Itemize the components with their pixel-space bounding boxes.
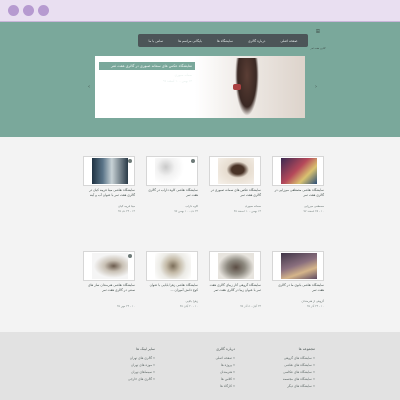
card-thumbnail[interactable] [146,251,198,281]
exhibition-card[interactable]: نمایشگاه نقاشی کاوه داراب در گالری هفت ث… [146,156,198,224]
featured-slider[interactable]: نمایشگاه عکس های سمانه صبوری در گالری هف… [95,56,305,118]
main-navigation: صفحه اصلی درباره گالری نمایشگاه ها بایگا… [138,34,308,47]
footer-link[interactable]: » نمایشگاه های نقاشی [245,362,315,369]
card-date: ۱۰ - ۲۰ آبان ۹۷ [179,304,198,308]
thumb-image [281,158,317,184]
exhibition-card[interactable]: نمایشگاه عکس های سمانه صبوری در گالری هف… [209,156,261,224]
footer-column-about: درباره گالری » صفحه اصلی » پروژه ها » هن… [165,347,235,390]
footer-column-title: مجموعه ها [298,347,315,351]
footer-link[interactable]: » نمایشگاه های دیگر [245,383,315,390]
footer-link[interactable]: » گالری های خارجی [85,376,155,383]
photo-accent-shape [233,84,241,90]
thumb-image [218,158,254,184]
card-artist: مصطفی میرزایی [304,204,324,208]
exhibition-grid: نمایشگاه نقاشی مصطفی میرزایی در گالری هف… [0,137,400,332]
footer-link[interactable]: » پروژه ها [165,362,235,369]
exhibition-card[interactable]: نمایشگاه نقاشی هنرمندان ساز های سنتی در … [83,251,135,319]
card-title[interactable]: نمایشگاه نقاشی مینا فریبه کیان در گالری … [83,188,135,198]
footer-link[interactable]: » کارگاه ها [165,383,235,390]
card-title[interactable]: نمایشگاه عکس های سمانه صبوری در گالری هف… [209,188,261,198]
slider-next-icon[interactable]: › [313,84,319,90]
card-artist: سمانه صبوری [244,204,261,208]
footer-column-title: درباره گالری [216,347,235,351]
card-date: ۱۴ بهمن - ۱۰ اسفند ۹۷ [233,209,261,213]
exhibition-card[interactable]: نمایشگاه نقاشی زهرا بابایی با عنوان کوچ … [146,251,198,319]
exhibition-card[interactable]: نمایشگاه نقاشی بانوی ما در گالری هفت ثمر… [272,251,324,319]
nav-home[interactable]: صفحه اصلی [280,39,297,43]
footer-link[interactable]: » سینماهای تهران [85,369,155,376]
pin-icon [128,254,132,258]
thumb-image [155,253,191,279]
footer-link[interactable]: » کلاس ها [165,376,235,383]
card-date: ۱۰ - ۲۵ اسفند ۹۷ [303,209,324,213]
thumb-image [92,158,128,184]
card-thumbnail[interactable] [146,156,198,186]
web-page: ꕥ گالری هفت ثمر صفحه اصلی درباره گالری ن… [0,22,400,400]
site-logo-icon[interactable]: ꕥ [312,30,324,46]
card-title[interactable]: نمایشگاه گروهی آثار زیبای گالری هفت ثمر … [209,283,261,293]
card-title[interactable]: نمایشگاه نقاشی زهرا بابایی با عنوان کوچ … [146,283,198,293]
slider-prev-icon[interactable]: ‹ [86,84,92,90]
site-logo-text: گالری هفت ثمر [310,47,326,50]
minimize-dot[interactable] [23,5,34,16]
footer-column-other-links: سایر لینک ها » گالری های تهران » موزه ها… [85,347,155,383]
footer-column-collections: مجموعه ها » نمایشگاه های گروهی » نمایشگا… [245,347,315,390]
footer-link[interactable]: » موزه های تهران [85,362,155,369]
card-thumbnail[interactable] [272,251,324,281]
nav-exhibitions[interactable]: نمایشگاه ها [217,39,233,43]
card-artist: زهرا بابایی [185,299,198,303]
maximize-dot[interactable] [38,5,49,16]
footer-link[interactable]: » نمایشگاه های گروهی [245,355,315,362]
footer-link[interactable]: » صفحه اصلی [165,355,235,362]
card-date: ۱۰ - ۲۴ آذر ۹۷ [307,304,324,308]
nav-contact[interactable]: تماس با ما [149,39,164,43]
card-date: ۲۴ آبان - ۸ آذر ۹۷ [240,304,261,308]
footer-link[interactable]: » هنرمندان [165,369,235,376]
card-title[interactable]: نمایشگاه نقاشی کاوه داراب در گالری هفت ث… [146,188,198,198]
card-date: ۱۴ - ۲۴ دی ۹۷ [117,209,135,213]
nav-about[interactable]: درباره گالری [248,39,265,43]
hero-section: ꕥ گالری هفت ثمر صفحه اصلی درباره گالری ن… [0,22,400,137]
footer-link[interactable]: » نمایشگاه های عکاسی [245,369,315,376]
footer-column-title: سایر لینک ها [136,347,155,351]
thumb-image [218,253,254,279]
exhibition-card[interactable]: نمایشگاه نقاشی مینا فریبه کیان در گالری … [83,156,135,224]
slider-artist: سمانه صبوری [174,73,192,77]
site-footer: مجموعه ها » نمایشگاه های گروهی » نمایشگا… [0,332,400,400]
card-title[interactable]: نمایشگاه نقاشی مصطفی میرزایی در گالری هف… [272,188,324,198]
slider-photo [195,56,305,118]
card-artist: کاوه داراب [185,204,198,208]
close-dot[interactable] [8,5,19,16]
exhibition-card[interactable]: نمایشگاه نقاشی مصطفی میرزایی در گالری هف… [272,156,324,224]
card-thumbnail[interactable] [83,156,135,186]
card-thumbnail[interactable] [209,156,261,186]
title-bar [0,0,400,22]
card-artist: مینا فریبه کیان [118,204,135,208]
card-thumbnail[interactable] [272,156,324,186]
slider-title[interactable]: نمایشگاه عکس های سمانه صبوری در گالری هف… [99,62,195,70]
nav-archive[interactable]: بایگانی مراسم ها [178,39,202,43]
pin-icon [191,159,195,163]
pin-icon [128,159,132,163]
footer-link[interactable]: » گالری های تهران [85,355,155,362]
card-title[interactable]: نمایشگاه نقاشی هنرمندان ساز های سنتی در … [83,283,135,293]
exhibition-card[interactable]: نمایشگاه گروهی آثار زیبای گالری هفت ثمر … [209,251,261,319]
card-thumbnail[interactable] [83,251,135,281]
browser-window: ꕥ گالری هفت ثمر صفحه اصلی درباره گالری ن… [0,0,400,400]
thumb-image [92,253,128,279]
card-thumbnail[interactable] [209,251,261,281]
card-date: ۲۴ دی - ۱۰ بهمن ۹۷ [174,209,198,213]
thumb-image [281,253,317,279]
card-title[interactable]: نمایشگاه نقاشی بانوی ما در گالری هفت ثمر [272,283,324,293]
card-date: ۱۰ - ۲۴ مهر ۹۷ [117,304,135,308]
thumb-image [155,158,191,184]
card-artist: گروهی از هنرمندان [301,299,324,303]
footer-link[interactable]: » نمایشگاه های مجسمه [245,376,315,383]
slider-date: ۱۴ بهمن - ۱۰ اسفند ۹۷ [162,79,192,83]
